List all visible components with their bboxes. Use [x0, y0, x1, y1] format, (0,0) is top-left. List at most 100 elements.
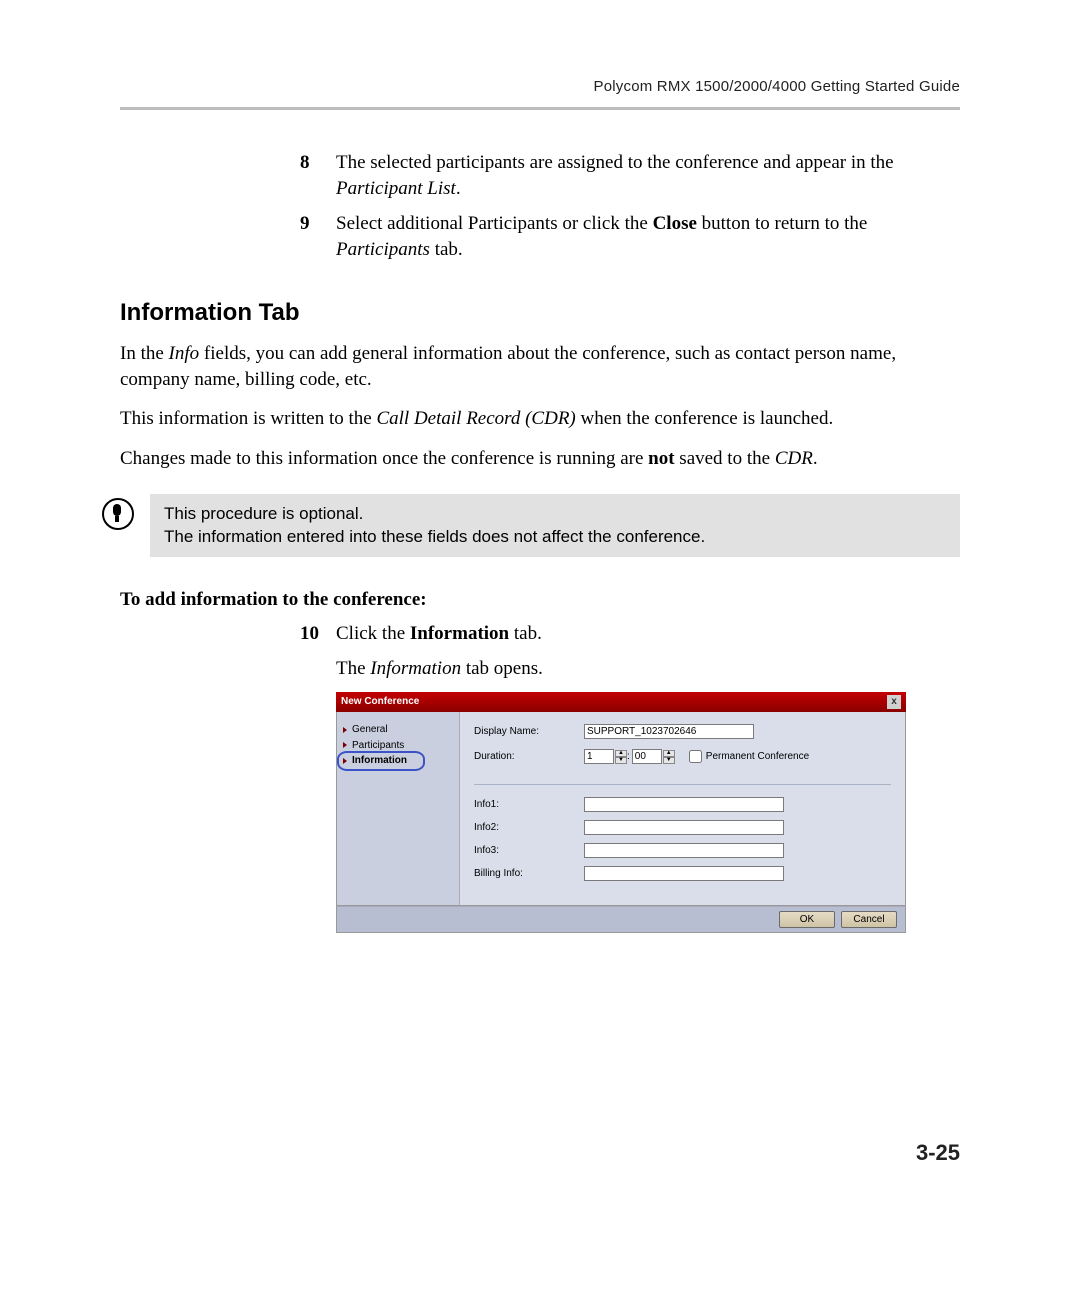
text-italic: CDR — [775, 448, 813, 469]
text: fields, you can add general information … — [120, 343, 896, 390]
section-heading: Information Tab — [120, 297, 960, 329]
info1-row: Info1: — [474, 797, 891, 812]
paragraph-1: In the Info fields, you can add general … — [120, 341, 960, 392]
text: Changes made to this information once th… — [120, 448, 648, 469]
header-rule — [120, 107, 960, 110]
info3-input[interactable] — [584, 843, 784, 858]
text-bold: Information — [410, 623, 509, 644]
body-content: 8 The selected participants are assigned… — [120, 150, 960, 933]
task-heading: To add information to the conference: — [120, 587, 960, 613]
dialog-titlebar: New Conference x — [336, 692, 906, 712]
text-italic: Call Detail Record (CDR) — [376, 408, 575, 429]
note-box: This procedure is optional. The informat… — [150, 494, 960, 558]
step-text: Click the Information tab. — [336, 621, 960, 647]
step-text: The selected participants are assigned t… — [336, 150, 960, 201]
pushpin-icon — [102, 498, 134, 530]
step-number: 10 — [300, 621, 336, 647]
step-number-blank — [300, 656, 336, 682]
info2-label: Info2: — [474, 821, 584, 835]
arrow-icon — [343, 758, 347, 764]
paragraph-3: Changes made to this information once th… — [120, 446, 960, 472]
text: In the — [120, 343, 169, 364]
text: tab. — [430, 239, 463, 260]
follow-text: The Information tab opens. — [336, 656, 960, 682]
text: saved to the — [675, 448, 775, 469]
step-8: 8 The selected participants are assigned… — [300, 150, 960, 201]
text: Click the — [336, 623, 410, 644]
note-line: The information entered into these field… — [164, 525, 946, 549]
text-italic: Information — [370, 658, 461, 679]
text-bold: Close — [653, 213, 697, 234]
text: The — [336, 658, 370, 679]
permanent-checkbox[interactable] — [689, 750, 702, 763]
display-name-input[interactable] — [584, 724, 754, 739]
duration-hours-input[interactable] — [584, 749, 614, 764]
dialog-button-row: OK Cancel — [336, 906, 906, 933]
billing-row: Billing Info: — [474, 866, 891, 881]
info3-label: Info3: — [474, 844, 584, 858]
text: This information is written to the — [120, 408, 376, 429]
dialog-title-text: New Conference — [341, 695, 419, 709]
text: tab. — [509, 623, 542, 644]
step-9: 9 Select additional Participants or clic… — [300, 211, 960, 262]
display-name-row: Display Name: — [474, 724, 891, 739]
display-name-label: Display Name: — [474, 725, 584, 739]
duration-label: Duration: — [474, 750, 584, 764]
permanent-checkbox-wrap: Permanent Conference — [685, 747, 809, 766]
text-italic: Info — [169, 343, 200, 364]
spin-up-icon[interactable]: ▲ — [663, 750, 675, 757]
sidebar-item-participants[interactable]: Participants — [343, 738, 453, 754]
step-10: 10 Click the Information tab. The Inform… — [300, 621, 960, 682]
sidebar-item-general[interactable]: General — [343, 722, 453, 738]
step-text: Select additional Participants or click … — [336, 211, 960, 262]
arrow-icon — [343, 742, 347, 748]
sidebar-item-label: Information — [352, 754, 407, 768]
text-italic: Participants — [336, 239, 430, 260]
arrow-icon — [343, 727, 347, 733]
spin-down-icon[interactable]: ▼ — [663, 757, 675, 764]
text: Select additional Participants or click … — [336, 213, 653, 234]
new-conference-dialog: New Conference x General Participants I — [336, 692, 906, 933]
header-title: Polycom RMX 1500/2000/4000 Getting Start… — [0, 0, 1080, 95]
text-bold: not — [648, 448, 674, 469]
note-line: This procedure is optional. — [164, 502, 946, 526]
dialog-main: Display Name: Duration: ▲ ▼ : — [459, 712, 905, 905]
minutes-spinner[interactable]: ▲ ▼ — [663, 750, 675, 764]
info2-row: Info2: — [474, 820, 891, 835]
sidebar-item-label: General — [352, 723, 388, 737]
text: The selected participants are assigned t… — [336, 152, 894, 173]
text: . — [813, 448, 818, 469]
spin-up-icon[interactable]: ▲ — [615, 750, 627, 757]
text: button to return to the — [697, 213, 867, 234]
page: Polycom RMX 1500/2000/4000 Getting Start… — [0, 0, 1080, 1306]
billing-input[interactable] — [584, 866, 784, 881]
info2-input[interactable] — [584, 820, 784, 835]
text: tab opens. — [461, 658, 543, 679]
cancel-button[interactable]: Cancel — [841, 911, 897, 928]
page-number: 3-25 — [916, 1140, 960, 1166]
dialog-sidebar: General Participants Information — [337, 712, 459, 905]
step-number: 8 — [300, 150, 336, 201]
info1-input[interactable] — [584, 797, 784, 812]
text: . — [456, 178, 461, 199]
paragraph-2: This information is written to the Call … — [120, 406, 960, 432]
hours-spinner[interactable]: ▲ ▼ — [615, 750, 627, 764]
note-block: This procedure is optional. The informat… — [120, 494, 960, 558]
text-italic: Participant List — [336, 178, 456, 199]
close-icon[interactable]: x — [887, 695, 901, 709]
top-group: Display Name: Duration: ▲ ▼ : — [474, 724, 891, 785]
info3-row: Info3: — [474, 843, 891, 858]
text: when the conference is launched. — [576, 408, 833, 429]
duration-minutes-input[interactable] — [632, 749, 662, 764]
sidebar-item-label: Participants — [352, 739, 404, 753]
colon: : — [627, 750, 630, 764]
spin-down-icon[interactable]: ▼ — [615, 757, 627, 764]
billing-label: Billing Info: — [474, 867, 584, 881]
ok-button[interactable]: OK — [779, 911, 835, 928]
dialog-body: General Participants Information Displa — [336, 712, 906, 906]
sidebar-item-information[interactable]: Information — [343, 753, 453, 769]
duration-row: Duration: ▲ ▼ : ▲ ▼ — [474, 747, 891, 766]
step-number: 9 — [300, 211, 336, 262]
info1-label: Info1: — [474, 798, 584, 812]
permanent-label: Permanent Conference — [706, 750, 809, 764]
